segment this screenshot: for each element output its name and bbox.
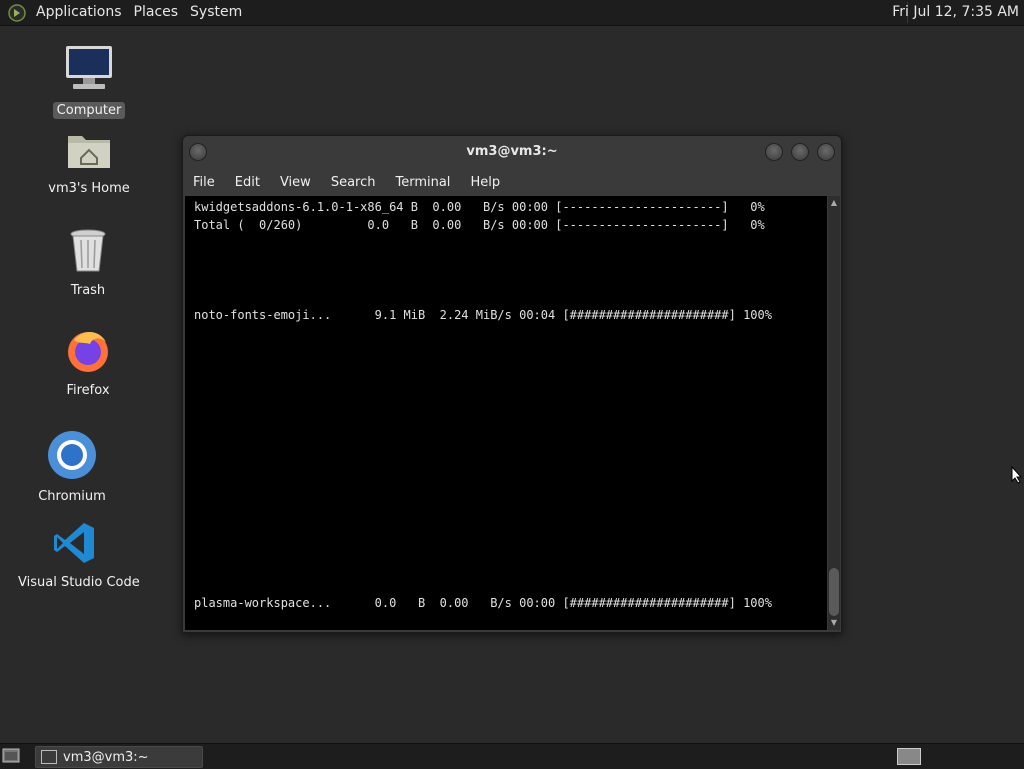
taskbar-item-terminal[interactable]: vm3@vm3:~ (35, 746, 203, 768)
menu-file[interactable]: File (183, 175, 225, 190)
vscode-icon (54, 523, 94, 563)
desktop-icon-label: Visual Studio Code (18, 575, 140, 590)
desktop-icon-home[interactable]: vm3's Home (44, 128, 134, 197)
desktop-icon-chromium[interactable]: Chromium (32, 430, 112, 505)
menu-edit[interactable]: Edit (225, 175, 270, 190)
desktop-icon-computer[interactable]: Computer (49, 44, 129, 119)
workspace-switcher[interactable] (897, 748, 921, 765)
terminal-window[interactable]: vm3@vm3:~ File Edit View Search Terminal… (182, 135, 842, 633)
terminal-output[interactable]: kwidgetsaddons-6.1.0-1-x86_64 B 0.00 B/s… (185, 196, 827, 630)
trash-icon (70, 229, 106, 272)
top-panel: Applications Places System Fri Jul 12, 7… (0, 0, 1024, 26)
terminal-icon (41, 750, 57, 764)
scrollbar-thumb[interactable] (829, 568, 839, 616)
window-title: vm3@vm3:~ (466, 144, 558, 159)
scroll-down-arrow-icon[interactable]: ▼ (829, 618, 839, 628)
applications-logo-icon[interactable] (8, 3, 26, 22)
menu-terminal[interactable]: Terminal (385, 175, 460, 190)
desktop-icon-label: Firefox (66, 383, 110, 398)
close-button[interactable] (817, 143, 835, 161)
minimize-button[interactable] (765, 143, 783, 161)
scroll-up-arrow-icon[interactable]: ▲ (829, 198, 839, 208)
show-desktop-icon[interactable] (2, 748, 20, 763)
mouse-cursor-icon (1011, 466, 1023, 484)
desktop-icon-label: Chromium (38, 489, 106, 504)
maximize-button[interactable] (791, 143, 809, 161)
menu-view[interactable]: View (270, 175, 321, 190)
terminal-text: kwidgetsaddons-6.1.0-1-x86_64 B 0.00 B/s… (194, 200, 772, 610)
bottom-panel: vm3@vm3:~ (0, 743, 1024, 769)
system-menu[interactable]: System (184, 0, 248, 25)
terminal-menubar: File Edit View Search Terminal Help (183, 168, 841, 196)
terminal-scrollbar[interactable]: ▲ ▼ (828, 196, 840, 630)
firefox-icon (68, 332, 108, 372)
desktop-icon-firefox[interactable]: Firefox (48, 326, 128, 399)
desktop-icon-label: vm3's Home (48, 181, 130, 196)
computer-icon (66, 46, 112, 89)
places-menu[interactable]: Places (128, 0, 185, 25)
desktop-icon-trash[interactable]: Trash (48, 228, 128, 299)
window-titlebar[interactable]: vm3@vm3:~ (183, 136, 841, 168)
clock[interactable]: Fri Jul 12, 7:35 AM (892, 0, 1019, 25)
taskbar-item-label: vm3@vm3:~ (63, 749, 149, 765)
home-folder-icon (68, 136, 110, 168)
desktop-icon-label: Computer (52, 102, 126, 119)
desktop-icon-vscode[interactable]: Visual Studio Code (14, 520, 140, 591)
menu-search[interactable]: Search (321, 175, 386, 190)
menu-help[interactable]: Help (460, 175, 510, 190)
applications-menu[interactable]: Applications (30, 0, 128, 25)
chromium-icon (48, 431, 96, 479)
desktop-icon-label: Trash (70, 283, 106, 298)
